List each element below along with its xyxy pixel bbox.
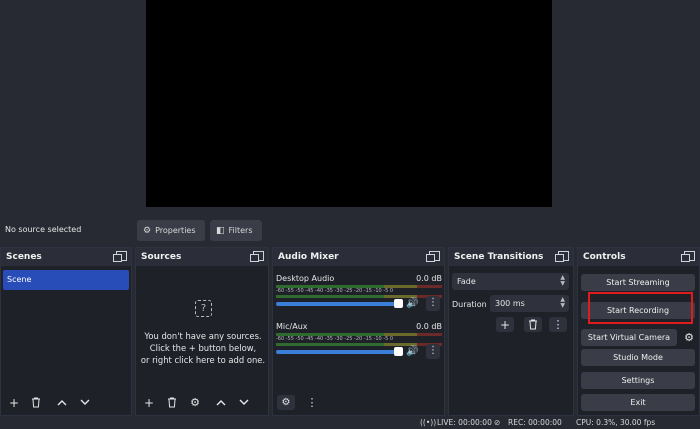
chevron-down-icon [239, 399, 249, 405]
properties-label: Properties [155, 226, 196, 235]
channel-name: Desktop Audio [276, 274, 335, 283]
meter-ticks: -60 -55 -50 -45 -40 -35 -30 -25 -20 -15 … [276, 288, 394, 294]
volume-slider-handle[interactable] [394, 299, 403, 308]
scenes-title: Scenes [6, 252, 42, 262]
volume-slider-handle[interactable] [394, 347, 403, 356]
duration-label: Duration [452, 300, 487, 309]
mixer-menu-button[interactable]: ⋮ [303, 395, 321, 410]
mixer-title: Audio Mixer [278, 252, 339, 262]
sources-dock-header: Sources [136, 248, 268, 266]
empty-message-line: or right click here to add one. [140, 355, 266, 365]
filters-label: Filters [228, 226, 253, 235]
speaker-icon[interactable]: 🔊 [406, 298, 418, 309]
transitions-title: Scene Transitions [454, 252, 544, 262]
meter-ticks: -60 -55 -50 -45 -40 -35 -30 -25 -20 -15 … [276, 336, 394, 342]
plus-icon: + [143, 395, 155, 410]
start-streaming-button[interactable]: Start Streaming [581, 274, 695, 291]
remove-scene-button[interactable] [27, 395, 45, 410]
scenes-dock: Scenes Scene + [0, 247, 132, 416]
undock-icon[interactable] [113, 251, 127, 262]
channel-menu-button[interactable]: ⋮ [426, 344, 440, 359]
undock-icon[interactable] [426, 251, 440, 262]
undock-icon[interactable] [681, 251, 695, 262]
controls-dock-header: Controls [578, 248, 699, 266]
rec-icon: ⊘ [494, 418, 501, 427]
no-source-label: No source selected [5, 225, 82, 234]
empty-message-line: You don't have any sources. [144, 331, 262, 341]
source-toolbar: No source selected ⚙ Properties ◧ Filter… [0, 216, 700, 245]
scene-list-item[interactable]: Scene [3, 270, 129, 290]
transition-value: Fade [457, 277, 476, 286]
menu-dots-icon: ⋮ [552, 318, 564, 331]
add-source-button[interactable]: + [140, 395, 158, 410]
chevron-up-icon [216, 400, 226, 406]
channel-db: 0.0 dB [416, 274, 442, 283]
program-preview[interactable] [146, 0, 552, 207]
filters-button[interactable]: ◧ Filters [210, 220, 262, 241]
chevron-up-icon [57, 400, 67, 406]
live-time: LIVE: 00:00:00 [437, 418, 492, 427]
empty-message-line: Click the + button below, [149, 343, 257, 353]
trash-icon [32, 397, 40, 408]
channel-name: Mic/Aux [276, 322, 308, 331]
channel-menu-button[interactable]: ⋮ [426, 296, 440, 311]
transition-menu-button[interactable]: ⋮ [549, 317, 567, 332]
undock-icon[interactable] [555, 251, 569, 262]
duration-spinbox[interactable]: 300 ms ▲ ▼ [490, 295, 569, 312]
advanced-audio-button[interactable]: ⚙ [277, 395, 295, 410]
remove-source-button[interactable] [163, 395, 181, 410]
live-icon: ((•)) [420, 418, 437, 427]
filter-icon: ◧ [216, 225, 225, 236]
question-icon: ? [195, 300, 212, 317]
properties-button[interactable]: ⚙ Properties [137, 220, 205, 241]
gear-icon: ⚙ [684, 331, 694, 344]
speaker-icon[interactable]: 🔊 [406, 346, 418, 357]
controls-title: Controls [583, 252, 626, 262]
transitions-dock-header: Scene Transitions [449, 248, 573, 266]
volume-slider[interactable] [276, 350, 400, 354]
remove-transition-button[interactable] [524, 317, 542, 332]
move-scene-up-button[interactable] [53, 395, 71, 410]
highlight-box [588, 292, 693, 324]
audio-mixer-dock: Audio Mixer Desktop Audio 0.0 dB -60 -55… [272, 247, 445, 416]
preview-area [0, 0, 700, 216]
rec-time: REC: 00:00:00 [508, 418, 562, 427]
trash-icon [529, 319, 537, 330]
volume-slider[interactable] [276, 302, 400, 306]
menu-dots-icon: ⋮ [306, 396, 318, 409]
scenes-dock-header: Scenes [1, 248, 131, 266]
scene-transitions-dock: Scene Transitions Fade ▲ ▼ Duration 300 m… [448, 247, 574, 416]
add-transition-button[interactable]: + [496, 317, 514, 332]
controls-dock: Controls Start Streaming Start Recording… [577, 247, 700, 416]
studio-mode-button[interactable]: Studio Mode [581, 349, 695, 366]
start-virtual-camera-button[interactable]: Start Virtual Camera [581, 329, 677, 346]
mixer-dock-header: Audio Mixer [273, 248, 444, 266]
updown-arrows-icon: ▲ ▼ [560, 296, 565, 309]
plus-icon: + [8, 395, 20, 410]
gear-icon: ⚙ [190, 396, 200, 409]
plus-icon: + [499, 317, 511, 332]
chevron-down-icon [80, 399, 90, 405]
status-bar: ((•)) LIVE: 00:00:00 ⊘ REC: 00:00:00 CPU… [0, 416, 700, 429]
sources-title: Sources [141, 252, 182, 262]
undock-icon[interactable] [250, 251, 264, 262]
settings-button[interactable]: Settings [581, 372, 695, 389]
move-source-up-button[interactable] [212, 395, 230, 410]
empty-sources-message[interactable]: You don't have any sources. Click the + … [140, 330, 266, 366]
add-scene-button[interactable]: + [5, 395, 23, 410]
gear-icon: ⚙ [143, 225, 152, 236]
trash-icon [168, 397, 176, 408]
gears-icon: ⚙ [281, 397, 291, 408]
sources-dock: Sources ? You don't have any sources. Cl… [135, 247, 269, 416]
cpu-fps: CPU: 0.3%, 30.00 fps [576, 418, 656, 427]
move-scene-down-button[interactable] [76, 395, 94, 410]
duration-value: 300 ms [495, 299, 525, 308]
source-properties-button[interactable]: ⚙ [186, 395, 204, 410]
virtual-camera-settings-button[interactable]: ⚙ [681, 329, 697, 346]
move-source-down-button[interactable] [235, 395, 253, 410]
exit-button[interactable]: Exit [581, 394, 695, 411]
channel-db: 0.0 dB [416, 322, 442, 331]
updown-arrows-icon: ▲ ▼ [560, 274, 565, 287]
transition-select[interactable]: Fade ▲ ▼ [452, 273, 569, 290]
